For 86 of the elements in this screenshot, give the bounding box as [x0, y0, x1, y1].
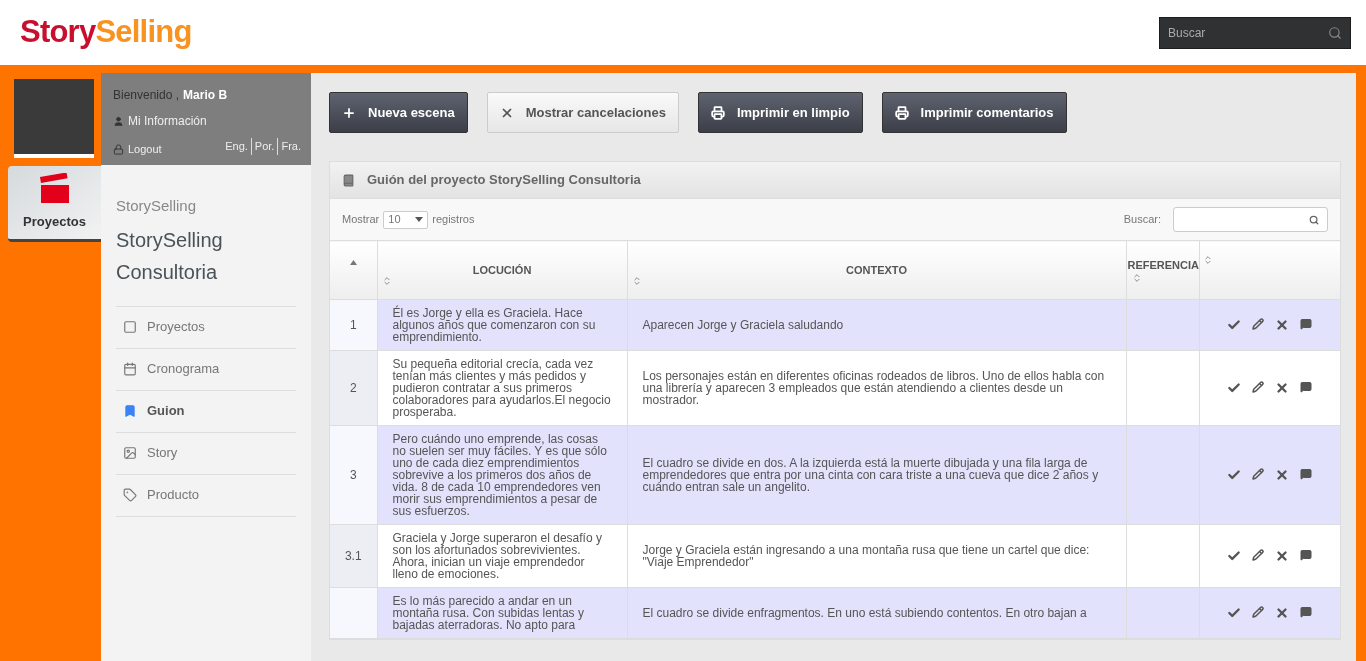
number-cell: 3.1	[330, 524, 377, 588]
column-header[interactable]: LOCUCIÓN	[377, 240, 627, 300]
printer-icon	[894, 105, 909, 120]
search-field[interactable]: Buscar	[1159, 16, 1351, 49]
delete-icon[interactable]	[1275, 468, 1290, 482]
printer-icon	[710, 105, 725, 120]
profile-link[interactable]: Mi Información	[113, 112, 299, 130]
sort-icon	[631, 276, 642, 286]
user-name: Mario B	[183, 87, 228, 104]
pencil-icon[interactable]	[1252, 606, 1265, 618]
logo-text: Story	[20, 13, 96, 52]
bookmark-icon	[123, 404, 137, 418]
toolbar-button[interactable]: Mostrar cancelaciones	[486, 92, 679, 133]
number-cell: 1	[330, 299, 377, 351]
number-cell: 3	[330, 425, 377, 525]
logout-link[interactable]: Logout	[113, 141, 162, 158]
pencil-icon[interactable]	[1252, 549, 1265, 561]
toolbar-button[interactable]: Nueva escena	[329, 92, 468, 133]
locution-cell: Pero cuándo uno emprende, las cosas no suelen ser muy fáciles. Y es que sólo uno de cada diez emprendimientos sobrevive a los primeros dos años de vida. 8 de cada 10 emprendedores ven morir sus emprendimientos a pesar de sus esfuerzos.	[377, 425, 627, 525]
comment-icon[interactable]	[1300, 381, 1313, 393]
picture-icon	[123, 446, 137, 460]
sidebar-item[interactable]: Proyectos	[116, 306, 296, 349]
pencil-icon[interactable]	[1252, 381, 1265, 393]
tag-icon	[123, 488, 137, 502]
page-size-select[interactable]: 10	[383, 210, 429, 229]
context-cell: Aparecen Jorge y Graciela saludando	[627, 299, 1126, 351]
locution-cell: Es lo más parecido a andar en un montaña rusa. Con subidas lentas y bajadas aterradoras. No apto para	[377, 587, 627, 639]
column-header[interactable]: REFERENCIA	[1126, 240, 1199, 300]
panel-title: Guión del proyecto StorySelling Consultoria	[367, 171, 641, 190]
check-icon[interactable]	[1227, 549, 1242, 563]
calendar-icon	[123, 362, 137, 376]
delete-icon[interactable]	[1275, 318, 1290, 332]
sort-icon	[1202, 255, 1213, 265]
delete-icon[interactable]	[1275, 381, 1290, 395]
table-search-field[interactable]	[1173, 207, 1328, 232]
sort-icon	[381, 276, 392, 286]
pencil-icon[interactable]	[1252, 318, 1265, 330]
search-input[interactable]: Buscar	[1168, 23, 1328, 42]
pencil-icon[interactable]	[1252, 468, 1265, 480]
sort-icon	[1131, 273, 1142, 283]
context-cell: Jorge y Graciela están ingresando a una montaña rusa que tiene un cartel que dice: "Viaje Emprendedor"	[627, 524, 1126, 588]
lock-icon	[113, 143, 124, 155]
comment-icon[interactable]	[1300, 318, 1313, 330]
sidebar-item[interactable]: Producto	[116, 474, 296, 517]
logo-text: Selling	[95, 13, 192, 52]
user-icon	[113, 115, 124, 127]
sort-ascending-icon	[349, 259, 357, 265]
locution-cell: Él es Jorge y ella es Graciela. Hace algunos años que comenzaron con su emprendimiento.	[377, 299, 627, 351]
caret-icon	[415, 217, 424, 222]
records-label: registros	[432, 212, 475, 228]
comment-icon[interactable]	[1300, 468, 1313, 480]
number-cell: 2	[330, 350, 377, 426]
greeting-text: Bienvenido ,	[113, 87, 180, 104]
plus-icon	[342, 105, 356, 120]
language-link[interactable]: Por.	[250, 138, 275, 155]
sidebar-item[interactable]: Story	[116, 432, 296, 475]
context-cell: El cuadro se divide en dos. A la izquierda está la muerte dibujada y una fila larga de emprendedores que entra por una cinta con cara triste a una cueva que dice 2 años y cuándo entran sale un angelito.	[627, 425, 1126, 525]
language-link[interactable]: Fra.	[277, 138, 301, 155]
delete-icon[interactable]	[1275, 606, 1290, 620]
clapperboard-icon	[39, 173, 70, 205]
check-icon[interactable]	[1227, 318, 1242, 332]
book-icon	[342, 173, 355, 187]
locution-cell: Su pequeña editorial crecía, cada vez tenían más clientes y más pedidos y pudieron contratar a sus primeros colaboradores para ayudarlos.El negocio prosperaba.	[377, 350, 627, 426]
toolbar-button[interactable]: Imprimir comentarios	[881, 92, 1067, 133]
delete-icon[interactable]	[1275, 549, 1290, 563]
language-link[interactable]: Eng.	[225, 138, 248, 155]
column-header[interactable]: CONTEXTO	[627, 240, 1126, 300]
square-icon	[123, 320, 137, 334]
sidebar-item[interactable]: Cronograma	[116, 348, 296, 391]
projects-tab[interactable]: Proyectos	[8, 166, 101, 242]
check-icon[interactable]	[1227, 381, 1242, 395]
toolbar-button[interactable]: Imprimir en limpio	[697, 92, 863, 133]
search-icon	[1309, 214, 1319, 225]
context-cell: Los personajes están en diferentes oficinas rodeados de libros. Uno de ellos habla con una librería y aparecen 3 empleados que están atendiendo a clientes desde un mostrador.	[627, 350, 1126, 426]
sidebar-item[interactable]: Guion	[116, 390, 296, 433]
comment-icon[interactable]	[1300, 549, 1313, 561]
search-label: Buscar:	[1123, 212, 1161, 228]
check-icon[interactable]	[1227, 606, 1242, 620]
context-cell: El cuadro se divide enfragmentos. En uno está subiendo contentos. En otro bajan a	[627, 587, 1126, 639]
locution-cell: Graciela y Jorge superaron el desafío y son los afortunados sobrevivientes. Ahora, inician un viaje emprendedor lleno de emociones.	[377, 524, 627, 588]
project-title: StorySelling Consultoria	[116, 227, 224, 285]
comment-icon[interactable]	[1300, 606, 1313, 618]
project-subtitle: StorySelling	[116, 196, 198, 216]
show-label: Mostrar	[342, 212, 380, 228]
search-icon	[1328, 25, 1342, 40]
check-icon[interactable]	[1227, 468, 1242, 482]
